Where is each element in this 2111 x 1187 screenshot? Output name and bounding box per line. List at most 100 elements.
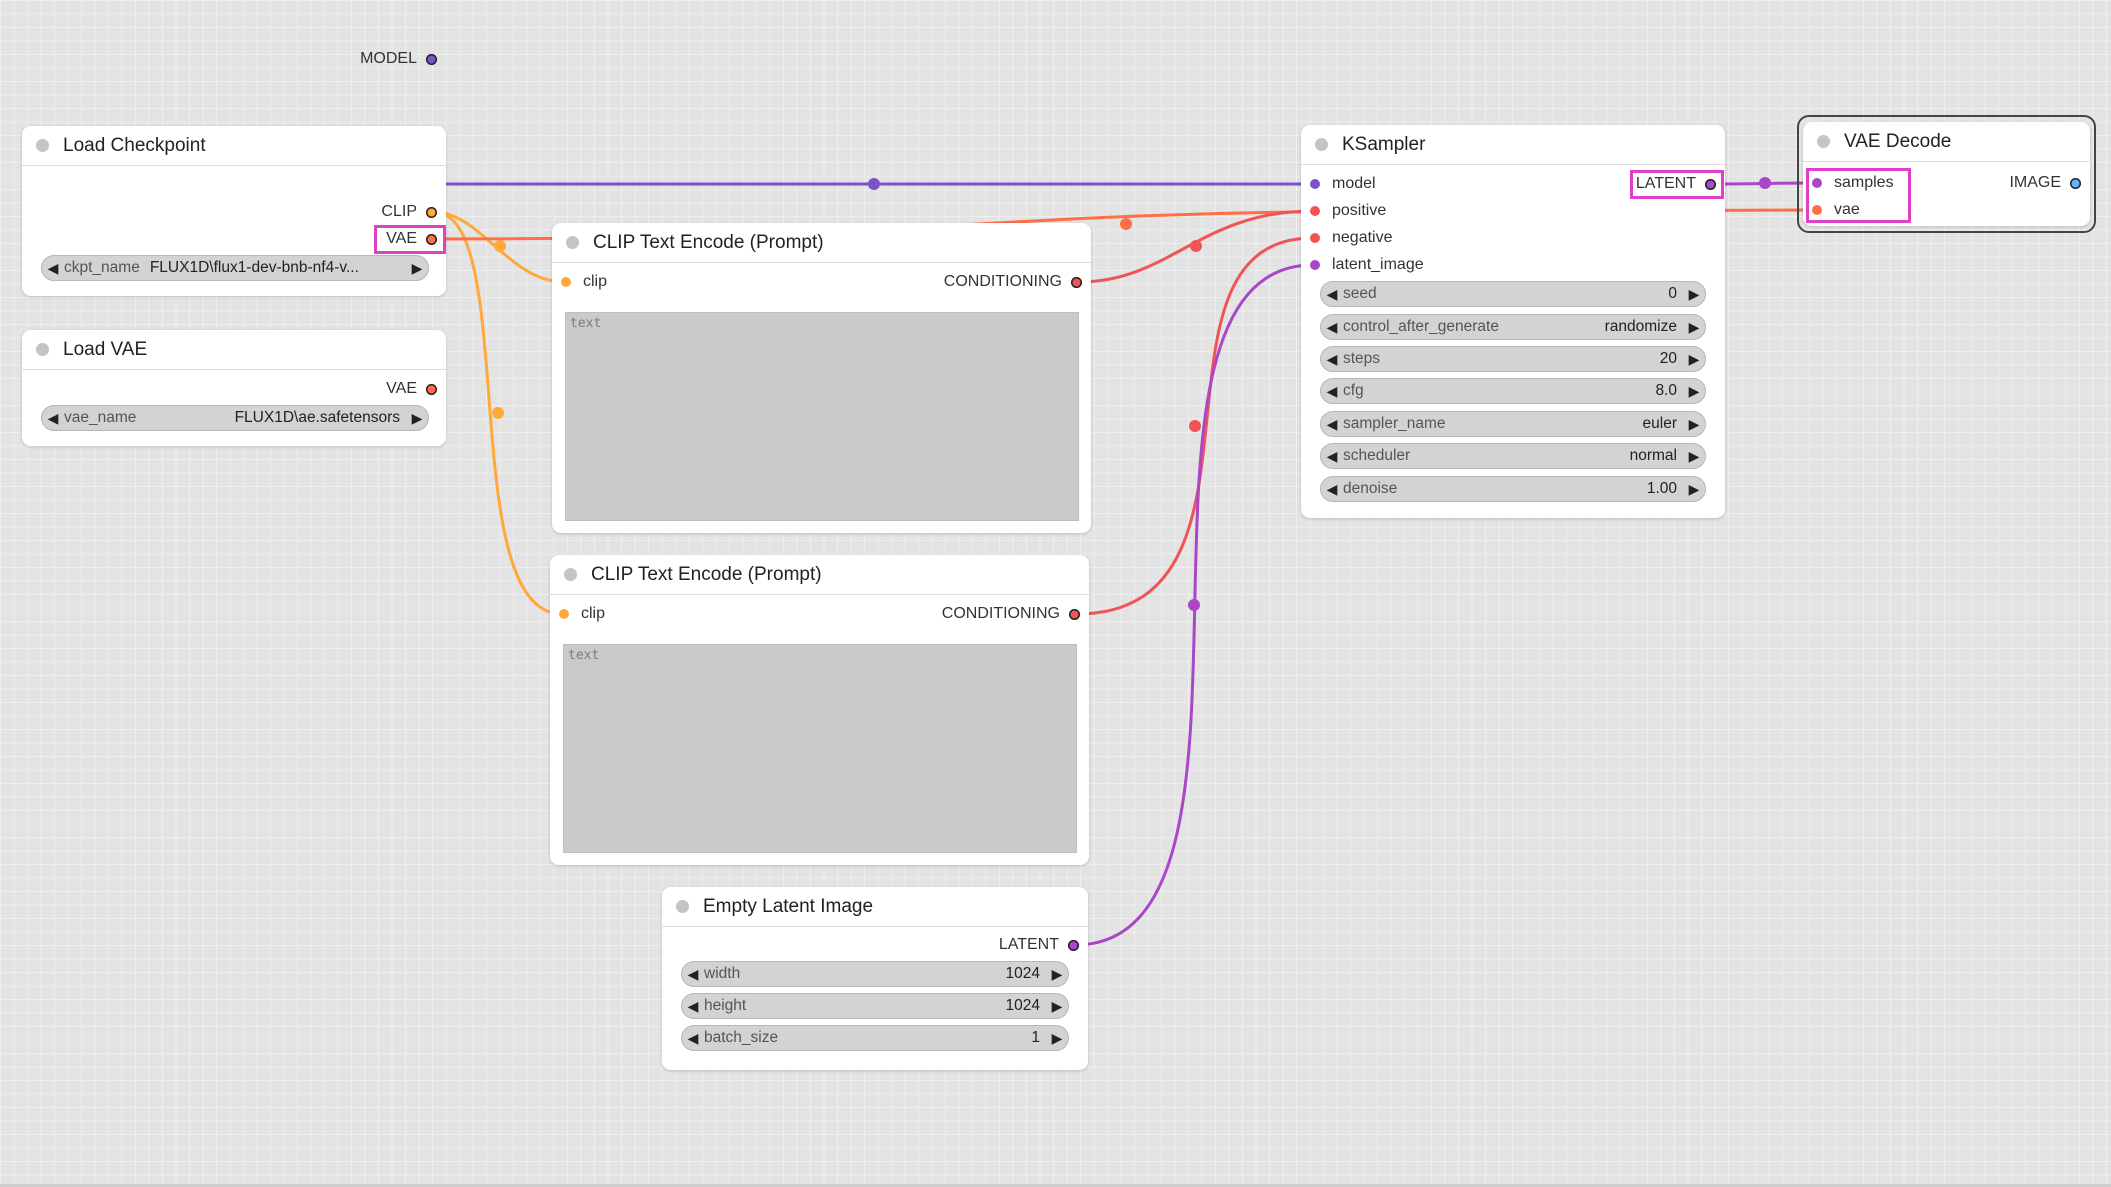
decrement-arrow-icon[interactable]: ◀ — [682, 966, 704, 983]
widget-width[interactable]: ◀ width 1024 ▶ — [681, 961, 1069, 987]
wire-vae-midpoint[interactable] — [1120, 218, 1132, 230]
node-load-vae[interactable]: Load VAE VAE ◀ vae_name FLUX1D\ae.safete… — [22, 330, 446, 446]
input-slot-clip[interactable]: clip — [559, 602, 605, 626]
collapse-dot-icon[interactable] — [1315, 138, 1328, 151]
input-slot-samples[interactable]: samples — [1812, 171, 1894, 195]
output-slot-latent[interactable]: LATENT — [1636, 172, 1716, 196]
slot-dot-icon[interactable] — [426, 233, 437, 245]
node-clip-text-encode-2[interactable]: CLIP Text Encode (Prompt) clip CONDITION… — [550, 555, 1089, 865]
decrement-arrow-icon[interactable]: ◀ — [682, 1030, 704, 1047]
increment-arrow-icon[interactable]: ▶ — [1683, 481, 1705, 498]
slot-dot-icon[interactable] — [1069, 608, 1080, 620]
wire-clip-1-midpoint[interactable] — [494, 240, 506, 252]
collapse-dot-icon[interactable] — [1817, 135, 1830, 148]
slot-dot-icon[interactable] — [426, 206, 437, 218]
wire-clip-2[interactable] — [433, 210, 563, 616]
node-vae-decode[interactable]: VAE Decode samples vae IMAGE — [1803, 122, 2090, 226]
output-slot-image[interactable]: IMAGE — [2009, 171, 2081, 195]
collapse-dot-icon[interactable] — [676, 900, 689, 913]
wire-negative[interactable] — [1076, 236, 1314, 616]
wire-samples-midpoint[interactable] — [1759, 177, 1771, 189]
widget-steps[interactable]: ◀ steps 20 ▶ — [1320, 346, 1706, 372]
slot-dot-icon[interactable] — [1705, 178, 1716, 190]
widget-seed[interactable]: ◀ seed 0 ▶ — [1320, 281, 1706, 307]
collapse-dot-icon[interactable] — [564, 568, 577, 581]
output-slot-vae[interactable]: VAE — [386, 377, 437, 401]
decrement-arrow-icon[interactable]: ◀ — [1321, 416, 1343, 433]
input-slot-positive[interactable]: positive — [1310, 199, 1386, 223]
decrement-arrow-icon[interactable]: ◀ — [42, 410, 64, 427]
increment-arrow-icon[interactable]: ▶ — [1683, 383, 1705, 400]
node-header[interactable]: Load VAE — [22, 330, 446, 370]
slot-dot-icon[interactable] — [426, 53, 437, 65]
decrement-arrow-icon[interactable]: ◀ — [1321, 448, 1343, 465]
slot-dot-icon[interactable] — [1310, 233, 1320, 243]
input-slot-model[interactable]: model — [1310, 172, 1376, 196]
increment-arrow-icon[interactable]: ▶ — [1683, 319, 1705, 336]
input-slot-vae[interactable]: vae — [1812, 198, 1860, 222]
increment-arrow-icon[interactable]: ▶ — [1683, 286, 1705, 303]
increment-arrow-icon[interactable]: ▶ — [1046, 966, 1068, 983]
node-load-checkpoint[interactable]: Load Checkpoint MODEL CLIP VAE ◀ ckpt_na… — [22, 50, 446, 296]
prompt-text-input[interactable]: text — [565, 312, 1079, 521]
wire-samples[interactable] — [1712, 181, 1816, 186]
collapse-dot-icon[interactable] — [566, 236, 579, 249]
node-header[interactable]: CLIP Text Encode (Prompt) — [550, 555, 1089, 595]
slot-dot-icon[interactable] — [1310, 179, 1320, 189]
increment-arrow-icon[interactable]: ▶ — [406, 410, 428, 427]
input-slot-negative[interactable]: negative — [1310, 226, 1393, 250]
slot-dot-icon[interactable] — [1812, 178, 1822, 188]
decrement-arrow-icon[interactable]: ◀ — [1321, 286, 1343, 303]
node-header[interactable]: Empty Latent Image — [662, 887, 1088, 927]
decrement-arrow-icon[interactable]: ◀ — [1321, 383, 1343, 400]
slot-dot-icon[interactable] — [1310, 260, 1320, 270]
output-slot-conditioning[interactable]: CONDITIONING — [944, 270, 1082, 294]
wire-model-midpoint[interactable] — [868, 178, 880, 190]
widget-scheduler[interactable]: ◀ scheduler normal ▶ — [1320, 443, 1706, 469]
wire-latent-image-midpoint[interactable] — [1188, 599, 1200, 611]
slot-dot-icon[interactable] — [1310, 206, 1320, 216]
node-header[interactable]: CLIP Text Encode (Prompt) — [552, 223, 1091, 263]
slot-dot-icon[interactable] — [2070, 177, 2081, 189]
slot-dot-icon[interactable] — [1071, 276, 1082, 288]
node-header[interactable]: VAE Decode — [1803, 122, 2090, 162]
node-header[interactable]: Load Checkpoint — [22, 126, 446, 166]
increment-arrow-icon[interactable]: ▶ — [1046, 998, 1068, 1015]
increment-arrow-icon[interactable]: ▶ — [406, 260, 428, 277]
node-clip-text-encode-1[interactable]: CLIP Text Encode (Prompt) clip CONDITION… — [552, 223, 1091, 533]
wire-clip-2-midpoint[interactable] — [492, 407, 504, 419]
slot-dot-icon[interactable] — [1812, 205, 1822, 215]
slot-dot-icon[interactable] — [559, 609, 569, 619]
decrement-arrow-icon[interactable]: ◀ — [1321, 481, 1343, 498]
widget-batch-size[interactable]: ◀ batch_size 1 ▶ — [681, 1025, 1069, 1051]
output-slot-model[interactable]: MODEL — [360, 47, 437, 71]
widget-height[interactable]: ◀ height 1024 ▶ — [681, 993, 1069, 1019]
output-slot-conditioning[interactable]: CONDITIONING — [942, 602, 1080, 626]
wire-clip-1[interactable] — [433, 210, 565, 284]
wire-latent-image[interactable] — [1074, 263, 1314, 947]
widget-vae-name[interactable]: ◀ vae_name FLUX1D\ae.safetensors ▶ — [41, 405, 429, 431]
slot-dot-icon[interactable] — [426, 383, 437, 395]
widget-ckpt-name[interactable]: ◀ ckpt_name FLUX1D\flux1-dev-bnb-nf4-v..… — [41, 255, 429, 281]
widget-denoise[interactable]: ◀ denoise 1.00 ▶ — [1320, 476, 1706, 502]
node-empty-latent-image[interactable]: Empty Latent Image LATENT ◀ width 1024 ▶… — [662, 887, 1088, 1070]
collapse-dot-icon[interactable] — [36, 343, 49, 356]
increment-arrow-icon[interactable]: ▶ — [1683, 351, 1705, 368]
slot-dot-icon[interactable] — [1068, 939, 1079, 951]
widget-cfg[interactable]: ◀ cfg 8.0 ▶ — [1320, 378, 1706, 404]
increment-arrow-icon[interactable]: ▶ — [1683, 416, 1705, 433]
decrement-arrow-icon[interactable]: ◀ — [682, 998, 704, 1015]
slot-dot-icon[interactable] — [561, 277, 571, 287]
output-slot-vae[interactable]: VAE — [386, 227, 437, 251]
decrement-arrow-icon[interactable]: ◀ — [42, 260, 64, 277]
input-slot-latent-image[interactable]: latent_image — [1310, 253, 1424, 277]
increment-arrow-icon[interactable]: ▶ — [1046, 1030, 1068, 1047]
decrement-arrow-icon[interactable]: ◀ — [1321, 351, 1343, 368]
output-slot-latent[interactable]: LATENT — [999, 933, 1079, 957]
input-slot-clip[interactable]: clip — [561, 270, 607, 294]
increment-arrow-icon[interactable]: ▶ — [1683, 448, 1705, 465]
widget-sampler-name[interactable]: ◀ sampler_name euler ▶ — [1320, 411, 1706, 437]
prompt-text-input[interactable]: text — [563, 644, 1077, 853]
wire-positive[interactable] — [1078, 209, 1314, 284]
wire-negative-midpoint[interactable] — [1189, 420, 1201, 432]
